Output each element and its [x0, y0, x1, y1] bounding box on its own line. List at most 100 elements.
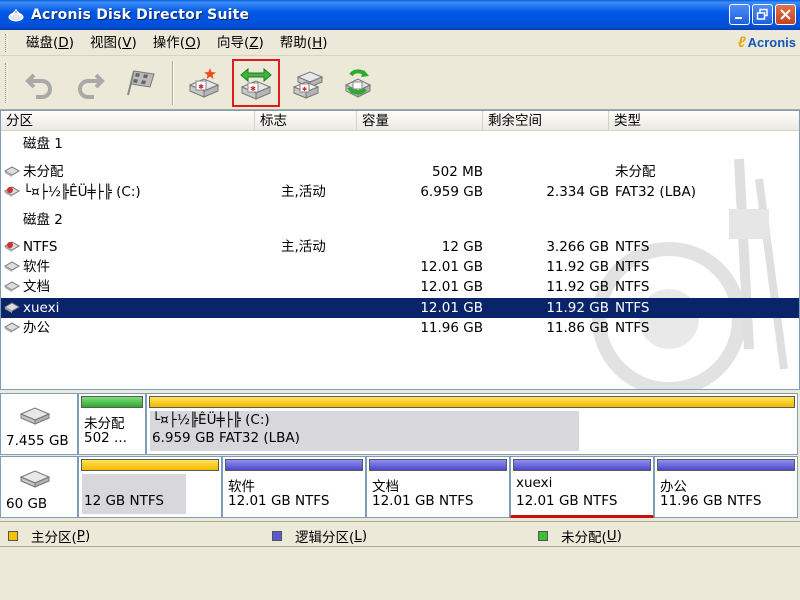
table-row[interactable]: └¤├½╠ÊÜ╪├╠ (C:) 主,活动 6.959 GB 2.334 GB F…: [1, 182, 799, 202]
partition-block-unallocated[interactable]: 未分配 502 ...: [78, 393, 146, 455]
partition-flags: 主,活动: [281, 184, 326, 200]
menu-view[interactable]: 视图(V): [82, 32, 145, 54]
partition-capacity: 11.96 GB: [420, 320, 483, 336]
disk-1-header[interactable]: 磁盘 1: [1, 134, 799, 154]
create-partition-button[interactable]: ✱: [182, 59, 226, 107]
recovery-button[interactable]: [336, 59, 380, 107]
partition-block-office[interactable]: 办公 11.96 GB NTFS: [654, 456, 798, 518]
menu-grip[interactable]: [5, 33, 8, 52]
table-row[interactable]: 办公 11.96 GB 11.86 GB NTFS: [1, 318, 799, 338]
partition-type: NTFS: [615, 300, 650, 316]
minimize-button[interactable]: [729, 4, 750, 25]
undo-button[interactable]: [18, 59, 62, 107]
column-type[interactable]: 类型: [609, 111, 799, 131]
partition-free: 11.92 GB: [546, 259, 609, 275]
copy-partition-button[interactable]: ✱: [286, 59, 330, 107]
restore-icon: [756, 8, 768, 20]
partition-name: 文档: [23, 279, 50, 295]
partition-type-bar: [81, 396, 143, 408]
disk-1-map: 7.455 GB 未分配 502 ... └¤├½╠ÊÜ╪├╠ (C:) 6.9…: [0, 393, 800, 455]
partition-block-size: 11.96 GB NTFS: [660, 493, 762, 509]
partition-block-size: 502 ...: [84, 430, 127, 446]
title-bar[interactable]: Acronis Disk Director Suite: [0, 0, 800, 30]
minimize-icon: [735, 17, 742, 19]
partition-block-label: 未分配: [84, 416, 125, 432]
partition-list[interactable]: 分区 标志 容量 剩余空间 类型 磁盘 1 未分配 502 MB 未分配 └¤├…: [0, 110, 800, 390]
commit-button[interactable]: [118, 59, 162, 107]
partition-block-label: └¤├½╠ÊÜ╪├╠ (C:): [152, 412, 270, 428]
redo-button[interactable]: [68, 59, 112, 107]
partition-block-ntfs[interactable]: 12 GB NTFS: [78, 456, 222, 518]
partition-free: 3.266 GB: [546, 239, 609, 255]
restore-button[interactable]: [752, 4, 773, 25]
partition-type: NTFS: [615, 320, 650, 336]
partition-free: 11.86 GB: [546, 320, 609, 336]
menu-help[interactable]: 帮助(H): [272, 32, 336, 54]
brand-swoosh-icon: ℓ: [737, 34, 746, 51]
partition-block-size: 12.01 GB NTFS: [372, 493, 474, 509]
table-row[interactable]: 文档 12.01 GB 11.92 GB NTFS: [1, 277, 799, 297]
undo-icon: [25, 73, 52, 99]
partition-block-size: 12.01 GB NTFS: [516, 493, 618, 509]
partition-name: 办公: [23, 320, 50, 336]
toolbar-separator: [172, 60, 174, 105]
svg-text:✱: ✱: [198, 83, 204, 91]
menu-disk[interactable]: 磁盘(D): [18, 32, 82, 54]
partition-type: NTFS: [615, 279, 650, 295]
app-icon: [8, 8, 24, 22]
close-button[interactable]: [775, 4, 796, 25]
partition-type-bar: [513, 459, 651, 471]
column-free-space[interactable]: 剩余空间: [483, 111, 609, 131]
partition-free: 11.92 GB: [546, 300, 609, 316]
table-row[interactable]: 未分配 502 MB 未分配: [1, 162, 799, 182]
menu-bar: 磁盘(D) 视图(V) 操作(O) 向导(Z) 帮助(H) ℓ Acronis: [0, 30, 800, 56]
legend-primary[interactable]: 主分区(P): [8, 526, 90, 546]
create-partition-icon: ✱: [188, 67, 220, 98]
partition-type-bar: [149, 396, 795, 408]
column-capacity[interactable]: 容量: [357, 111, 483, 131]
column-flags[interactable]: 标志: [255, 111, 357, 131]
partition-icon: [4, 241, 20, 252]
window-title: Acronis Disk Director Suite: [31, 7, 250, 23]
partition-capacity: 502 MB: [432, 164, 483, 180]
disk-1-label: 磁盘 1: [23, 136, 63, 152]
disk-1-info[interactable]: 7.455 GB: [0, 393, 78, 455]
disk-2-map: 60 GB 12 GB NTFS 软件 12.01 GB NTFS 文档 12.…: [0, 456, 800, 518]
table-row-selected[interactable]: xuexi 12.01 GB 11.92 GB NTFS: [1, 298, 799, 318]
partition-type-bar: [225, 459, 363, 471]
partition-type-bar: [657, 459, 795, 471]
partition-block-size: 12.01 GB NTFS: [228, 493, 330, 509]
table-row[interactable]: NTFS 主,活动 12 GB 3.266 GB NTFS: [1, 237, 799, 257]
partition-name: 软件: [23, 259, 50, 275]
legend-logical[interactable]: 逻辑分区(L): [272, 526, 367, 546]
menu-wizards[interactable]: 向导(Z): [209, 32, 272, 54]
partition-icon: [4, 281, 20, 292]
brand-logo: ℓ Acronis: [737, 34, 796, 51]
partition-block-documents[interactable]: 文档 12.01 GB NTFS: [366, 456, 510, 518]
disk-2-header[interactable]: 磁盘 2: [1, 210, 799, 230]
partition-capacity: 12.01 GB: [420, 259, 483, 275]
partition-type: 未分配: [615, 164, 656, 180]
partition-free: 2.334 GB: [546, 184, 609, 200]
toolbar-grip[interactable]: [5, 62, 8, 103]
table-row[interactable]: 软件 12.01 GB 11.92 GB NTFS: [1, 257, 799, 277]
partition-block-c[interactable]: └¤├½╠ÊÜ╪├╠ (C:) 6.959 GB FAT32 (LBA): [146, 393, 798, 455]
legend-bar: 主分区(P) 逻辑分区(L) 未分配(U): [0, 521, 800, 547]
partition-icon: [4, 186, 20, 197]
column-partition[interactable]: 分区: [1, 111, 255, 131]
partition-type-bar: [369, 459, 507, 471]
partition-block-software[interactable]: 软件 12.01 GB NTFS: [222, 456, 366, 518]
resize-partition-button[interactable]: ✱: [232, 58, 280, 107]
legend-unallocated[interactable]: 未分配(U): [538, 526, 622, 546]
toolbar: ✱ ✱ ✱: [0, 56, 800, 110]
redo-icon: [78, 73, 105, 99]
svg-text:✱: ✱: [250, 85, 256, 93]
menu-operations[interactable]: 操作(O): [145, 32, 209, 54]
partition-icon: [4, 166, 20, 177]
hard-disk-icon: [19, 407, 51, 425]
partition-name: └¤├½╠ÊÜ╪├╠ (C:): [23, 184, 141, 200]
disk-2-label: 磁盘 2: [23, 212, 63, 228]
disk-2-info[interactable]: 60 GB: [0, 456, 78, 518]
partition-block-xuexi[interactable]: xuexi 12.01 GB NTFS: [510, 456, 654, 518]
close-icon: [780, 9, 791, 20]
